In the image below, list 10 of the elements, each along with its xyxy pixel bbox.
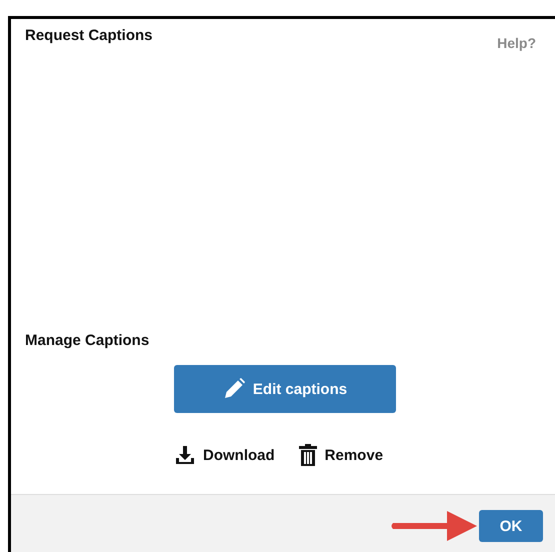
section-heading: Manage Captions: [25, 332, 150, 349]
help-link[interactable]: Help?: [497, 35, 536, 304]
dialog-title: Request Captions: [25, 27, 153, 46]
trash-icon: [298, 444, 317, 466]
download-icon: [175, 445, 195, 465]
remove-link[interactable]: Remove: [298, 444, 384, 466]
edit-captions-button[interactable]: Edit captions: [174, 365, 396, 413]
pencil-icon: [222, 378, 245, 400]
download-link[interactable]: Download: [175, 444, 275, 466]
ok-button[interactable]: OK: [479, 510, 543, 542]
